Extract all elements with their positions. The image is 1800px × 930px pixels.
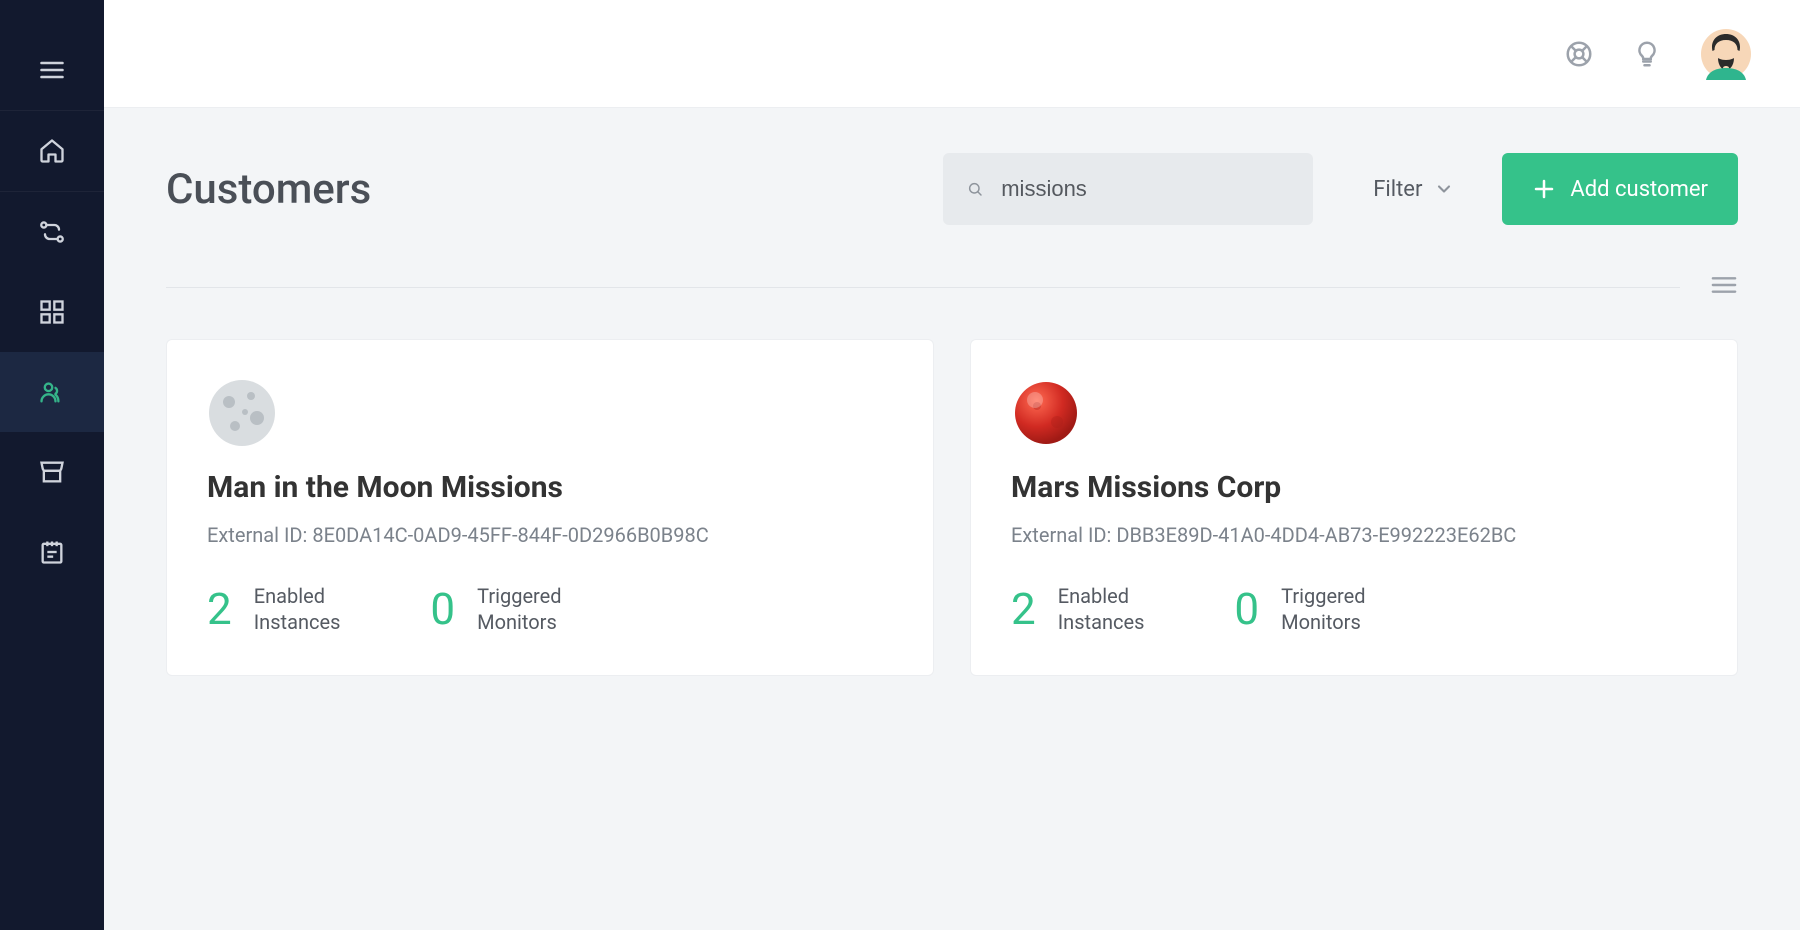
page-title: Customers [166,165,371,214]
stat-number: 0 [430,587,455,631]
customer-stats: 2 Enabled Instances 0 Triggered Monitors [207,583,893,635]
filter-label: Filter [1373,177,1422,202]
plus-icon [1532,177,1556,201]
stat-label: Enabled Instances [1058,583,1145,635]
filter-button[interactable]: Filter [1343,153,1472,225]
add-customer-button[interactable]: Add customer [1502,153,1738,225]
stat-label: Triggered Monitors [1281,583,1365,635]
users-icon [38,378,66,406]
page-header-row: Customers Filter Add customer [166,153,1738,225]
list-view-icon [1710,275,1738,295]
avatar-icon [1700,28,1752,80]
divider [166,287,1680,288]
customer-external-id: External ID: 8E0DA14C-0AD9-45FF-844F-0D2… [207,523,893,547]
stat-number: 2 [207,587,232,631]
customer-card[interactable]: Man in the Moon Missions External ID: 8E… [166,339,934,676]
mars-icon [1011,378,1081,448]
chevron-down-icon [1434,179,1454,199]
lifebuoy-icon [1564,39,1594,69]
notepad-icon [38,538,66,566]
stat-enabled-instances: 2 Enabled Instances [1011,583,1144,635]
customer-icon [207,378,277,448]
add-customer-label: Add customer [1570,177,1708,202]
hamburger-icon [38,56,66,84]
moon-icon [207,378,277,448]
search-box[interactable] [943,153,1313,225]
stat-enabled-instances: 2 Enabled Instances [207,583,340,635]
customer-name: Mars Missions Corp [1011,470,1697,505]
view-toggle-button[interactable] [1680,275,1738,299]
sidebar-item-customers[interactable] [0,352,104,432]
topbar [104,0,1800,108]
stat-label: Triggered Monitors [477,583,561,635]
sidebar-menu-toggle[interactable] [0,30,104,110]
flow-icon [38,218,66,246]
tips-button[interactable] [1632,39,1662,69]
customer-card[interactable]: Mars Missions Corp External ID: DBB3E89D… [970,339,1738,676]
stat-triggered-monitors: 0 Triggered Monitors [1234,583,1365,635]
stat-number: 2 [1011,587,1036,631]
customer-name: Man in the Moon Missions [207,470,893,505]
customer-icon [1011,378,1081,448]
storefront-icon [38,458,66,486]
search-icon [967,175,983,203]
help-button[interactable] [1564,39,1594,69]
stat-number: 0 [1234,587,1259,631]
stat-triggered-monitors: 0 Triggered Monitors [430,583,561,635]
sidebar-item-integrations[interactable] [0,192,104,272]
stat-label: Enabled Instances [254,583,341,635]
sidebar-item-marketplace[interactable] [0,432,104,512]
main-column: Customers Filter Add customer [104,0,1800,930]
lightbulb-icon [1632,39,1662,69]
sidebar [0,0,104,930]
divider-row [166,275,1738,299]
sidebar-item-home[interactable] [0,111,104,191]
sidebar-item-logs[interactable] [0,512,104,592]
user-avatar[interactable] [1700,28,1752,80]
customer-cards: Man in the Moon Missions External ID: 8E… [166,339,1738,676]
customer-external-id: External ID: DBB3E89D-41A0-4DD4-AB73-E99… [1011,523,1697,547]
home-icon [38,137,66,165]
search-input[interactable] [1001,176,1289,202]
customer-stats: 2 Enabled Instances 0 Triggered Monitors [1011,583,1697,635]
content: Customers Filter Add customer [104,108,1800,930]
grid-icon [38,298,66,326]
sidebar-item-components[interactable] [0,272,104,352]
